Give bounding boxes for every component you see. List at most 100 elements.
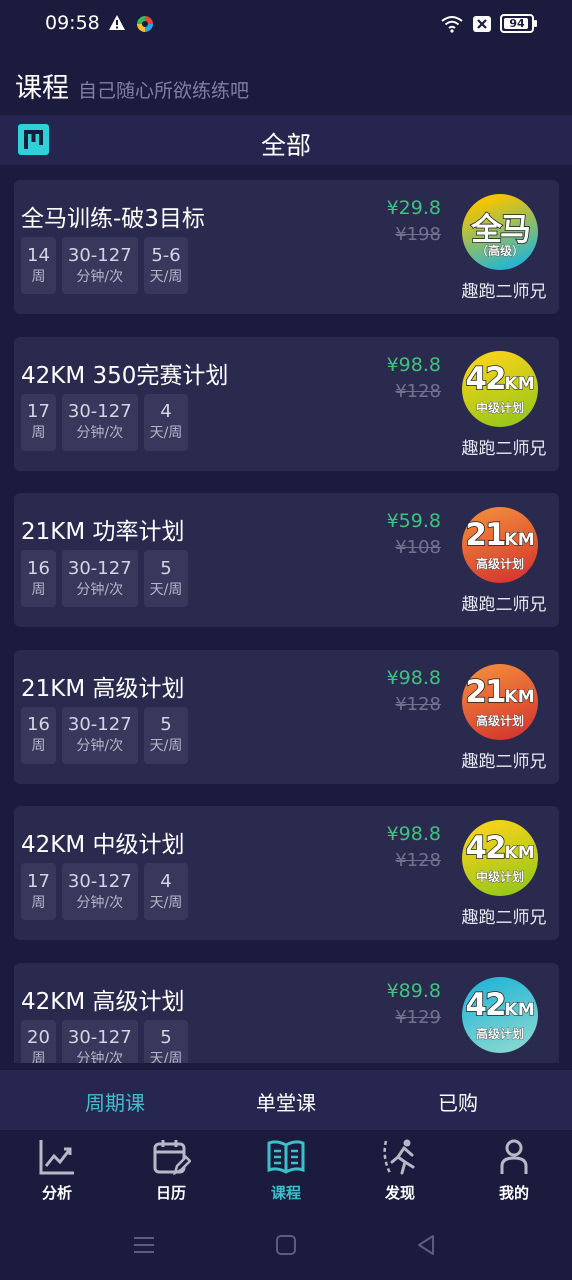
course-original-price: ¥128 (395, 380, 441, 402)
course-title: 全马训练-破3目标 (21, 206, 205, 232)
course-badge-logo: 全马 （高级） (462, 194, 538, 270)
stat-weeks: 17 周 (21, 863, 56, 920)
nav-label-profile: 我的 (498, 1184, 529, 1202)
nav-discover[interactable]: 发现 (360, 1137, 440, 1203)
stat-days-unit: 天/周 (149, 581, 183, 598)
badge-distance: 21KM (465, 516, 535, 554)
course-author: 趣跑二师兄 (461, 282, 547, 302)
course-card[interactable]: 21KM 高级计划 16 周 30-127 分钟/次 5 天/周 ¥98.8 ¥… (14, 649, 559, 784)
course-title: 21KM 高级计划 (21, 675, 185, 702)
stat-minutes: 30-127 分钟/次 (61, 863, 138, 920)
course-badge-logo: 42KM 中级计划 (462, 820, 538, 896)
stat-days: 5 天/周 (143, 706, 189, 764)
stat-weeks-value: 14 (27, 244, 50, 266)
course-card[interactable]: 42KM 中级计划 17 周 30-127 分钟/次 4 天/周 ¥98.8 ¥… (14, 806, 559, 940)
stat-days-value: 4 (160, 401, 172, 422)
stat-days: 4 天/周 (143, 863, 189, 920)
nav-analysis[interactable]: 分析 (17, 1137, 97, 1203)
category-bar: 全部 (0, 115, 572, 165)
stat-minutes-unit: 分钟/次 (76, 425, 124, 441)
nav-courses[interactable]: 课程 (246, 1137, 326, 1203)
course-badge-logo: 21KM 高级计划 (462, 507, 538, 583)
stat-days: 5 天/周 (143, 1019, 189, 1063)
category-label[interactable]: 全部 (0, 126, 572, 162)
stat-weeks-value: 16 (27, 557, 50, 579)
course-card[interactable]: 21KM 功率计划 16 周 30-127 分钟/次 5 天/周 ¥59.8 ¥… (14, 493, 559, 627)
status-time: 09:58 (45, 12, 100, 34)
runner-icon (383, 1139, 415, 1175)
nav-label-discover: 发现 (384, 1184, 415, 1202)
stat-minutes-unit: 分钟/次 (76, 738, 124, 754)
stat-weeks: 20 周 (21, 1019, 56, 1063)
status-bar: 09:58 94 (0, 0, 572, 50)
stat-weeks-value: 17 (27, 870, 50, 892)
badge-level: 高级计划 (475, 1026, 525, 1041)
stat-days-unit: 天/周 (149, 894, 183, 911)
stat-minutes: 30-127 分钟/次 (61, 393, 138, 451)
tab-single-course[interactable]: 单堂课 (226, 1087, 346, 1116)
stat-weeks: 17 周 (21, 393, 56, 451)
stat-minutes-unit: 分钟/次 (76, 581, 124, 598)
stat-days-unit: 天/周 (149, 1051, 183, 1063)
tab-periodic-course[interactable]: 周期课 (55, 1087, 175, 1116)
course-badge-logo: 42KM 高级计划 (462, 976, 538, 1053)
badge-level: 高级计划 (475, 557, 525, 572)
stat-minutes-value: 30-127 (67, 714, 132, 735)
stat-minutes-unit: 分钟/次 (76, 894, 124, 911)
stat-weeks: 16 周 (21, 550, 56, 607)
nav-calendar[interactable]: 日历 (131, 1137, 211, 1203)
nav-label-courses: 课程 (270, 1184, 301, 1202)
menu-icon[interactable] (132, 1233, 156, 1257)
badge-distance: 42KM (465, 829, 535, 867)
course-list[interactable]: 全马训练-破3目标 14 周 30-127 分钟/次 5-6 天/周 ¥29.8… (0, 165, 572, 1063)
badge-level: （高级） (475, 244, 525, 259)
course-stats: 20 周 30-127 分钟/次 5 天/周 (21, 1019, 189, 1063)
badge-level: 高级计划 (475, 713, 525, 728)
page-header: 课程 自己随心所欲练练吧 (15, 66, 249, 105)
bottom-nav: 分析 日历 课程 发现 我的 (0, 1131, 572, 1213)
course-stats: 14 周 30-127 分钟/次 5-6 天/周 (21, 237, 189, 294)
stat-days: 5 天/周 (143, 550, 189, 607)
course-author: 趣跑二师兄 (461, 908, 547, 928)
course-price: ¥89.8 (386, 979, 441, 1002)
stat-minutes-value: 30-127 (67, 1027, 132, 1048)
course-stats: 16 周 30-127 分钟/次 5 天/周 (21, 550, 189, 607)
course-author: 趣跑二师兄 (448, 1060, 560, 1064)
stat-days: 4 天/周 (143, 393, 189, 451)
stat-weeks-unit: 周 (31, 268, 46, 285)
stat-minutes-unit: 分钟/次 (76, 268, 124, 285)
badge-level: 中级计划 (475, 400, 525, 415)
stat-weeks-value: 17 (27, 401, 50, 422)
course-price: ¥29.8 (386, 197, 441, 219)
user-icon (500, 1139, 528, 1174)
badge-distance: 42KM (465, 986, 535, 1024)
warning-icon (109, 15, 125, 30)
tab-purchased[interactable]: 已购 (398, 1087, 518, 1116)
nav-label-calendar: 日历 (155, 1184, 186, 1202)
course-card[interactable]: 全马训练-破3目标 14 周 30-127 分钟/次 5-6 天/周 ¥29.8… (14, 180, 559, 314)
stat-days-value: 4 (160, 870, 172, 892)
battery-indicator: 94 (500, 14, 537, 33)
stat-minutes: 30-127 分钟/次 (61, 550, 138, 607)
stat-minutes-value: 30-127 (67, 401, 132, 422)
course-card[interactable]: 42KM 高级计划 20 周 30-127 分钟/次 5 天/周 ¥89.8 ¥… (14, 962, 560, 1064)
course-original-price: ¥128 (395, 850, 441, 871)
status-icons: 94 (440, 14, 537, 33)
course-original-price: ¥128 (395, 693, 441, 715)
course-badge-logo: 42KM 中级计划 (462, 350, 538, 427)
home-icon[interactable] (274, 1233, 298, 1257)
course-author: 趣跑二师兄 (461, 438, 547, 459)
nav-profile[interactable]: 我的 (474, 1137, 554, 1203)
stat-minutes-value: 30-127 (67, 244, 132, 266)
stat-weeks-unit: 周 (31, 894, 46, 911)
stat-weeks-unit: 周 (31, 581, 46, 598)
stat-days-value: 5 (160, 714, 172, 735)
stat-weeks-value: 20 (27, 1027, 50, 1048)
course-price: ¥98.8 (386, 353, 441, 376)
wifi-icon (441, 15, 463, 33)
course-card[interactable]: 42KM 350完赛计划 17 周 30-127 分钟/次 4 天/周 ¥98.… (14, 336, 559, 471)
app-notification-icon (137, 16, 153, 32)
page-title: 课程 (15, 73, 69, 104)
back-icon[interactable] (414, 1233, 438, 1257)
stat-weeks-unit: 周 (31, 425, 46, 441)
